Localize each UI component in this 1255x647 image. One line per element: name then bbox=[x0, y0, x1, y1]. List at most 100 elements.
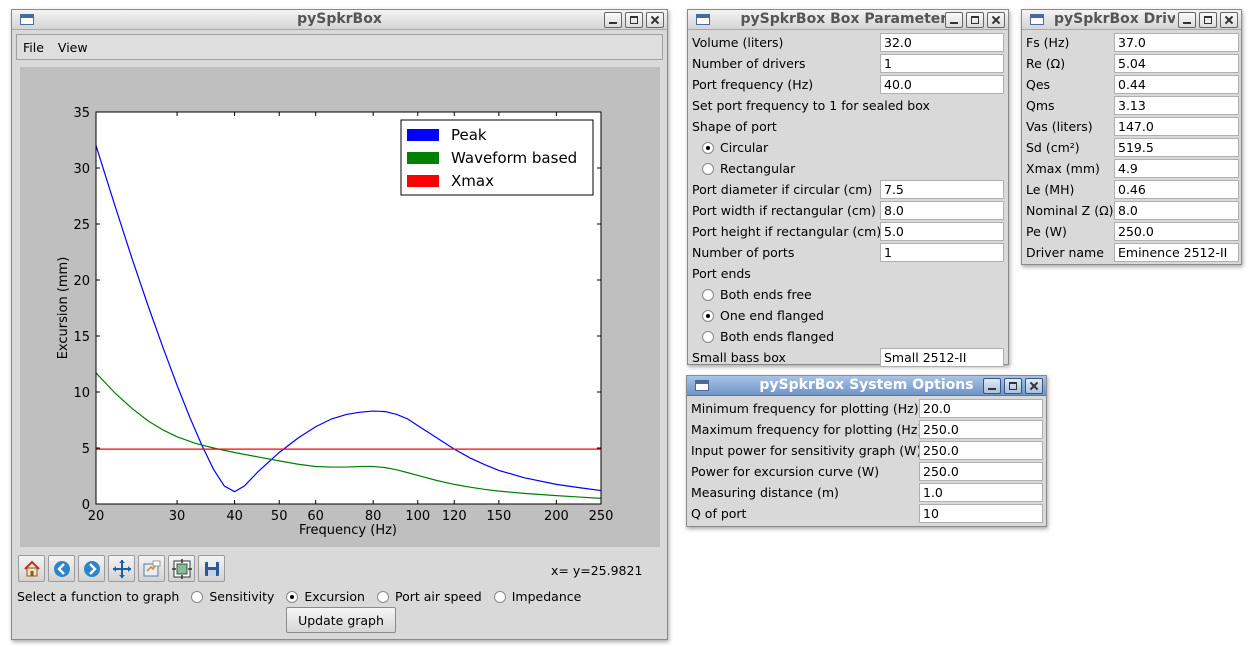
qms-field[interactable]: 3.13 bbox=[1114, 96, 1239, 115]
close-icon[interactable] bbox=[987, 12, 1005, 28]
radio-both-ends-flanged[interactable]: Both ends flanged bbox=[692, 326, 1004, 347]
close-icon[interactable] bbox=[1220, 12, 1238, 28]
forward-icon[interactable] bbox=[78, 555, 105, 582]
radio-both-ends-free[interactable]: Both ends free bbox=[692, 284, 1004, 305]
maximize-icon[interactable] bbox=[1199, 12, 1217, 28]
select-function-label: Select a function to graph bbox=[17, 589, 180, 604]
system-options-titlebar[interactable]: pySpkrBox System Options bbox=[687, 376, 1046, 396]
nominal-z-field[interactable]: 8.0 bbox=[1114, 201, 1239, 220]
legend-label: Waveform based bbox=[451, 149, 577, 167]
minimize-icon[interactable] bbox=[983, 378, 1001, 394]
max-frequency-field[interactable]: 250.0 bbox=[919, 420, 1043, 439]
qms-label: Qms bbox=[1026, 98, 1055, 113]
radio-sensitivity[interactable]: Sensitivity bbox=[191, 589, 274, 604]
re-field[interactable]: 5.04 bbox=[1114, 54, 1239, 73]
radio-port-air-speed[interactable]: Port air speed bbox=[376, 589, 482, 604]
menu-bar: File View bbox=[16, 34, 663, 60]
x-tick-label: 40 bbox=[226, 509, 243, 524]
fs-field[interactable]: 37.0 bbox=[1114, 33, 1239, 52]
pan-icon[interactable] bbox=[108, 555, 135, 582]
port-height-field[interactable]: 5.0 bbox=[880, 222, 1004, 241]
row-nominal-z: Nominal Z (Ω) 8.0 bbox=[1026, 200, 1239, 221]
close-icon[interactable] bbox=[1025, 378, 1043, 394]
row-le: Le (MH) 0.46 bbox=[1026, 179, 1239, 200]
radio-label: Excursion bbox=[304, 589, 365, 604]
save-icon[interactable] bbox=[198, 555, 225, 582]
number-of-ports-field[interactable]: 1 bbox=[880, 243, 1004, 262]
radio-excursion[interactable]: Excursion bbox=[286, 589, 365, 604]
x-tick-label: 120 bbox=[442, 509, 467, 524]
row-port-width: Port width if rectangular (cm) 8.0 bbox=[692, 200, 1004, 221]
row-driver-name: Driver name Eminence 2512-II bbox=[1026, 242, 1239, 263]
main-titlebar[interactable]: pySpkrBox bbox=[12, 10, 667, 30]
radio-button-selected[interactable] bbox=[702, 141, 714, 154]
radio-label: One end flanged bbox=[720, 308, 824, 323]
row-small-bass-box: Small bass box Small 2512-II bbox=[692, 347, 1004, 368]
volume-label: Volume (liters) bbox=[692, 35, 784, 50]
radio-rectangular[interactable]: Rectangular bbox=[692, 158, 1004, 179]
radio-one-end-flanged[interactable]: One end flanged bbox=[692, 305, 1004, 326]
le-field[interactable]: 0.46 bbox=[1114, 180, 1239, 199]
excursion-power-field[interactable]: 250.0 bbox=[919, 462, 1043, 481]
xmax-field[interactable]: 4.9 bbox=[1114, 159, 1239, 178]
box-parameters-window: pySpkrBox Box Parameters Volume (liters)… bbox=[687, 9, 1009, 368]
small-bass-box-field[interactable]: Small 2512-II bbox=[880, 348, 1004, 367]
vas-field[interactable]: 147.0 bbox=[1114, 117, 1239, 136]
row-qms: Qms 3.13 bbox=[1026, 95, 1239, 116]
menu-view[interactable]: View bbox=[52, 40, 96, 55]
radio-button[interactable] bbox=[702, 288, 714, 301]
close-icon[interactable] bbox=[646, 12, 664, 28]
box-params-titlebar[interactable]: pySpkrBox Box Parameters bbox=[688, 10, 1008, 30]
qes-label: Qes bbox=[1026, 77, 1051, 92]
radio-button[interactable] bbox=[493, 590, 506, 603]
radio-button[interactable] bbox=[702, 330, 714, 343]
radio-impedance[interactable]: Impedance bbox=[493, 589, 581, 604]
port-diameter-field[interactable]: 7.5 bbox=[880, 180, 1004, 199]
radio-circular[interactable]: Circular bbox=[692, 137, 1004, 158]
radio-button-selected[interactable] bbox=[286, 590, 299, 603]
minimize-icon[interactable] bbox=[1178, 12, 1196, 28]
volume-field[interactable]: 32.0 bbox=[880, 33, 1004, 52]
update-graph-button[interactable]: Update graph bbox=[286, 607, 396, 633]
maximize-icon[interactable] bbox=[1004, 378, 1022, 394]
q-of-port-field[interactable]: 10 bbox=[919, 504, 1043, 523]
input-power-field[interactable]: 250.0 bbox=[919, 441, 1043, 460]
menu-file[interactable]: File bbox=[17, 40, 52, 55]
pe-field[interactable]: 250.0 bbox=[1114, 222, 1239, 241]
y-tick-label: 5 bbox=[82, 442, 90, 457]
driver-name-field[interactable]: Eminence 2512-II bbox=[1114, 243, 1239, 262]
maximize-icon[interactable] bbox=[625, 12, 643, 28]
radio-button-selected[interactable] bbox=[702, 309, 714, 322]
zoom-icon[interactable] bbox=[138, 555, 165, 582]
port-width-field[interactable]: 8.0 bbox=[880, 201, 1004, 220]
measuring-distance-field[interactable]: 1.0 bbox=[919, 483, 1043, 502]
min-frequency-field[interactable]: 20.0 bbox=[919, 399, 1043, 418]
window-title: pySpkrBox bbox=[297, 11, 382, 27]
minimize-icon[interactable] bbox=[945, 12, 963, 28]
radio-label: Sensitivity bbox=[209, 589, 275, 604]
back-icon[interactable] bbox=[48, 555, 75, 582]
plot-canvas[interactable]: 20 30 40 50 60 80 100 120 150 200 250 0 5 10 15 20 25 30 3… bbox=[20, 67, 660, 547]
radio-button[interactable] bbox=[191, 590, 204, 603]
subplots-icon[interactable] bbox=[168, 555, 195, 582]
box-params-form: Volume (liters) 32.0 Number of drivers 1… bbox=[692, 32, 1004, 368]
minimize-icon[interactable] bbox=[604, 12, 622, 28]
plot-toolbar bbox=[18, 555, 225, 582]
window-menu-icon[interactable] bbox=[1030, 14, 1044, 25]
fs-label: Fs (Hz) bbox=[1026, 35, 1070, 50]
legend-label: Xmax bbox=[451, 172, 494, 190]
driver-name-label: Driver name bbox=[1026, 245, 1104, 260]
home-icon[interactable] bbox=[18, 555, 45, 582]
radio-button[interactable] bbox=[376, 590, 389, 603]
maximize-icon[interactable] bbox=[966, 12, 984, 28]
port-frequency-field[interactable]: 40.0 bbox=[880, 75, 1004, 94]
drivers-field[interactable]: 1 bbox=[880, 54, 1004, 73]
radio-label: Port air speed bbox=[394, 589, 482, 604]
radio-button[interactable] bbox=[702, 162, 714, 175]
qes-field[interactable]: 0.44 bbox=[1114, 75, 1239, 94]
y-axis-label: Excursion (mm) bbox=[56, 257, 71, 360]
sd-field[interactable]: 519.5 bbox=[1114, 138, 1239, 157]
driver-titlebar[interactable]: pySpkrBox Driver bbox=[1022, 10, 1241, 30]
radio-label: Both ends free bbox=[720, 287, 812, 302]
x-tick-label: 100 bbox=[405, 509, 430, 524]
